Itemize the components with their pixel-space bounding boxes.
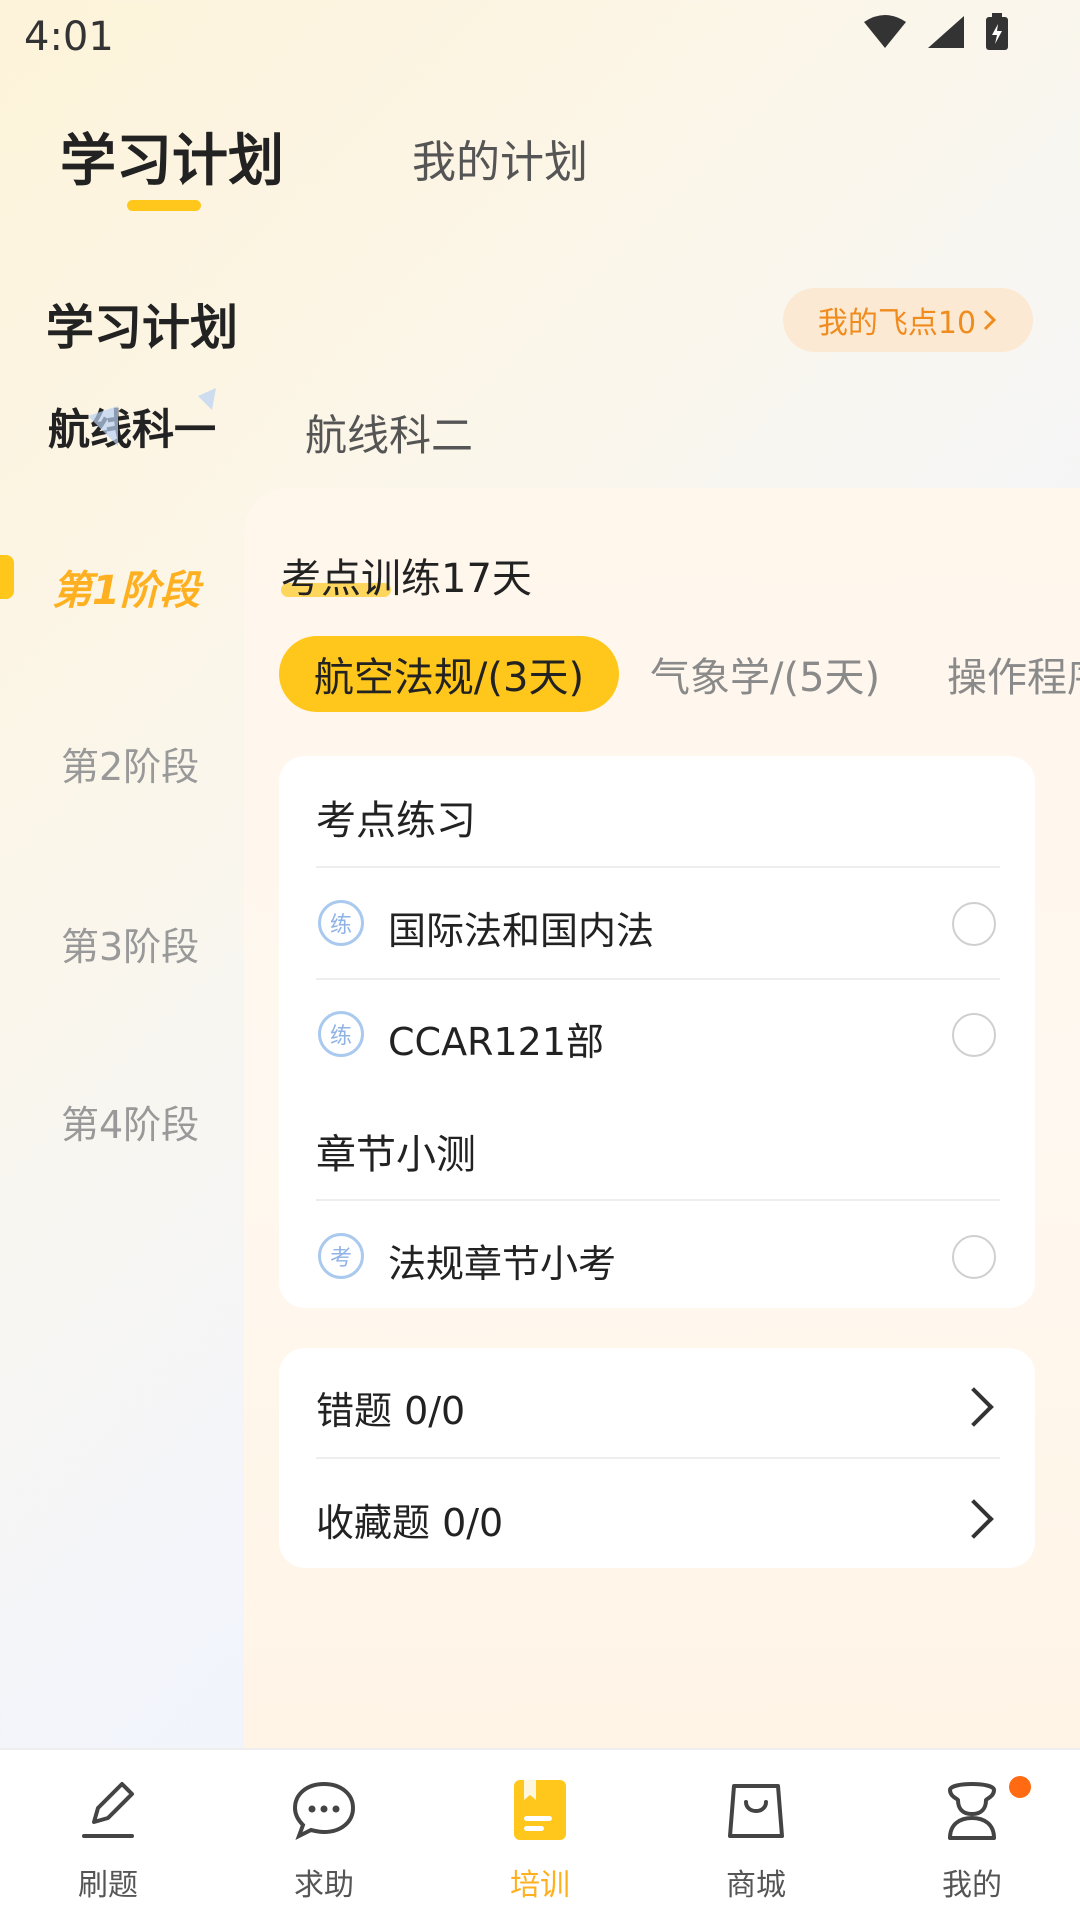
course-tab-decoration (88, 388, 216, 446)
status-icons (862, 12, 1010, 52)
tab-underline (127, 200, 201, 211)
nav-label: 培训 (510, 1868, 570, 1903)
stage-2[interactable]: 第2阶段 (61, 736, 199, 791)
quiz-item-label[interactable]: 法规章节小考 (388, 1233, 616, 1288)
practice-icon: 练 (318, 1011, 364, 1057)
tab-my-plan[interactable]: 我的计划 (412, 126, 588, 190)
stage-indicator (0, 555, 14, 599)
tab-study-plan[interactable]: 学习计划 (60, 116, 284, 197)
wrong-questions-link[interactable]: 错题 0/0 (316, 1380, 465, 1435)
battery-icon (986, 13, 1008, 50)
panel-title: 考点训练17天 (281, 556, 532, 602)
course-tab-2[interactable]: 航线科二 (305, 402, 473, 463)
practice-header: 考点练习 (316, 798, 476, 844)
nav-help[interactable]: 求助 (216, 1778, 432, 1904)
chat-icon (292, 1781, 356, 1841)
nav-label: 求助 (294, 1868, 354, 1903)
points-button[interactable]: 我的飞点10 (783, 288, 1033, 352)
stage-1[interactable]: 第1阶段 (52, 558, 200, 616)
notification-dot (1009, 1776, 1031, 1798)
chip-aviation-law[interactable]: 航空法规/(3天) (279, 636, 619, 712)
quiz-item-radio[interactable] (952, 1235, 996, 1279)
nav-profile[interactable]: 我的 (864, 1778, 1080, 1904)
profile-icon (948, 1782, 996, 1840)
nav-label: 刷题 (78, 1868, 138, 1903)
wifi-icon (864, 15, 906, 48)
quiz-icon: 考 (318, 1233, 364, 1279)
divider (316, 1457, 1000, 1459)
chip-operations[interactable]: 操作程序 (947, 636, 1080, 712)
nav-label: 商城 (726, 1868, 786, 1903)
divider (316, 866, 1000, 868)
practice-item-radio[interactable] (952, 1013, 996, 1057)
points-label: 我的飞点10 (817, 306, 977, 341)
book-icon (514, 1780, 566, 1840)
practice-item-label[interactable]: CCAR121部 (388, 1011, 604, 1066)
shopping-bag-icon (728, 1784, 784, 1838)
status-time: 4:01 (24, 14, 114, 60)
practice-icon: 练 (318, 900, 364, 946)
nav-practice[interactable]: 刷题 (0, 1778, 216, 1904)
divider (316, 978, 1000, 980)
quiz-header: 章节小测 (316, 1132, 476, 1178)
section-title: 学习计划 (46, 300, 239, 356)
practice-item-label[interactable]: 国际法和国内法 (388, 900, 654, 955)
divider (316, 1199, 1000, 1201)
stage-3[interactable]: 第3阶段 (61, 916, 199, 971)
stage-4[interactable]: 第4阶段 (61, 1094, 199, 1149)
signal-icon (928, 16, 964, 48)
chevron-right-icon (984, 309, 997, 331)
favorites-link[interactable]: 收藏题 0/0 (316, 1492, 503, 1547)
practice-item-radio[interactable] (952, 902, 996, 946)
nav-label: 我的 (942, 1868, 1002, 1903)
nav-store[interactable]: 商城 (648, 1778, 864, 1904)
edit-icon (82, 1782, 134, 1838)
nav-training[interactable]: 培训 (432, 1778, 648, 1904)
chip-meteorology[interactable]: 气象学/(5天) (650, 636, 880, 712)
